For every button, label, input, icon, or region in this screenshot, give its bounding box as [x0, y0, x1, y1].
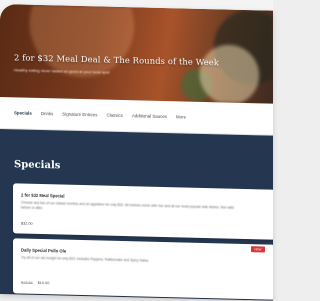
device-screen: 2 for $32 Meal Deal & The Rounds of the …: [0, 4, 273, 301]
price-current: $10.00: [37, 280, 50, 286]
menu-item-price: $13.99 $10.00: [21, 281, 49, 286]
hero-title: 2 for $32 Meal Deal & The Rounds of the …: [14, 52, 219, 68]
menu-item-card[interactable]: NEW Daily Special Pollo Ole Try all of o…: [13, 238, 273, 300]
tab-signature-entrees[interactable]: Signature Entrees: [62, 112, 97, 118]
tab-more[interactable]: More: [176, 114, 186, 119]
price-original: $13.99: [21, 280, 33, 285]
section-heading: Specials: [14, 159, 61, 172]
new-badge: NEW: [251, 246, 265, 253]
tab-classics[interactable]: Classics: [106, 113, 122, 118]
hero-subtitle: Healthy eating never tasted so good at y…: [14, 67, 110, 75]
menu-item-title: Daily Special Pollo Ole: [21, 247, 67, 254]
tab-drinks[interactable]: Drinks: [41, 111, 53, 116]
specials-section: Specials 2 for $32 Meal Special Choose a…: [0, 129, 273, 301]
menu-item-title: 2 for $32 Meal Special: [21, 192, 65, 199]
hero-banner: 2 for $32 Meal Deal & The Rounds of the …: [0, 4, 273, 104]
tab-additional-sauces[interactable]: Additional Sauces: [132, 113, 167, 119]
menu-item-price: $32.00: [21, 222, 33, 226]
menu-item-card[interactable]: 2 for $32 Meal Special Choose any two of…: [13, 183, 273, 240]
menu-item-description: Choose any two of our classic burritos a…: [21, 200, 234, 210]
price-current: $32.00: [21, 221, 33, 226]
menu-item-description: Try all of our ole tonight for only $10,…: [21, 255, 149, 263]
tab-specials[interactable]: Specials: [14, 110, 32, 115]
